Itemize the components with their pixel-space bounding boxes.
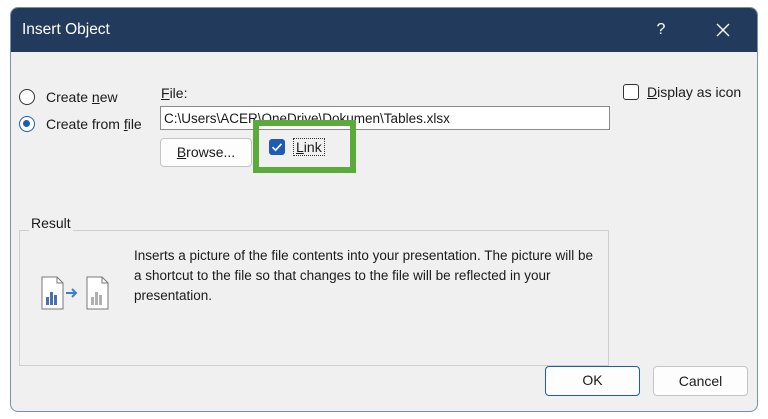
close-button[interactable] — [709, 16, 737, 44]
ok-button[interactable]: OK — [545, 366, 640, 396]
insert-object-dialog: Insert Object ? Create new Create from f… — [10, 7, 758, 412]
help-button[interactable]: ? — [649, 18, 673, 42]
link-label: Link — [293, 138, 325, 156]
create-new-radio[interactable] — [19, 89, 35, 105]
create-from-file-radio[interactable] — [19, 116, 35, 132]
display-as-icon-option[interactable]: Display as icon — [623, 84, 741, 100]
close-icon — [716, 23, 730, 37]
result-title: Result — [29, 215, 73, 231]
checkmark-icon — [271, 143, 283, 152]
create-from-file-option[interactable]: Create from file — [19, 116, 142, 132]
dialog-title: Insert Object — [22, 21, 110, 38]
title-bar: Insert Object ? — [11, 8, 757, 52]
create-new-option[interactable]: Create new — [19, 89, 118, 105]
display-as-icon-label: Display as icon — [647, 84, 742, 100]
browse-button[interactable]: Browse... — [160, 138, 252, 167]
create-new-label: Create new — [46, 89, 118, 105]
file-label: File: — [161, 85, 188, 101]
display-as-icon-checkbox[interactable] — [623, 84, 639, 100]
result-description: Inserts a picture of the file contents i… — [134, 248, 593, 303]
file-path-input[interactable] — [160, 106, 610, 130]
linked-file-icon — [41, 276, 109, 310]
cancel-button[interactable]: Cancel — [653, 366, 748, 396]
create-from-file-label: Create from file — [46, 116, 142, 132]
link-option[interactable]: Link — [269, 138, 325, 156]
link-checkbox[interactable] — [269, 139, 285, 155]
